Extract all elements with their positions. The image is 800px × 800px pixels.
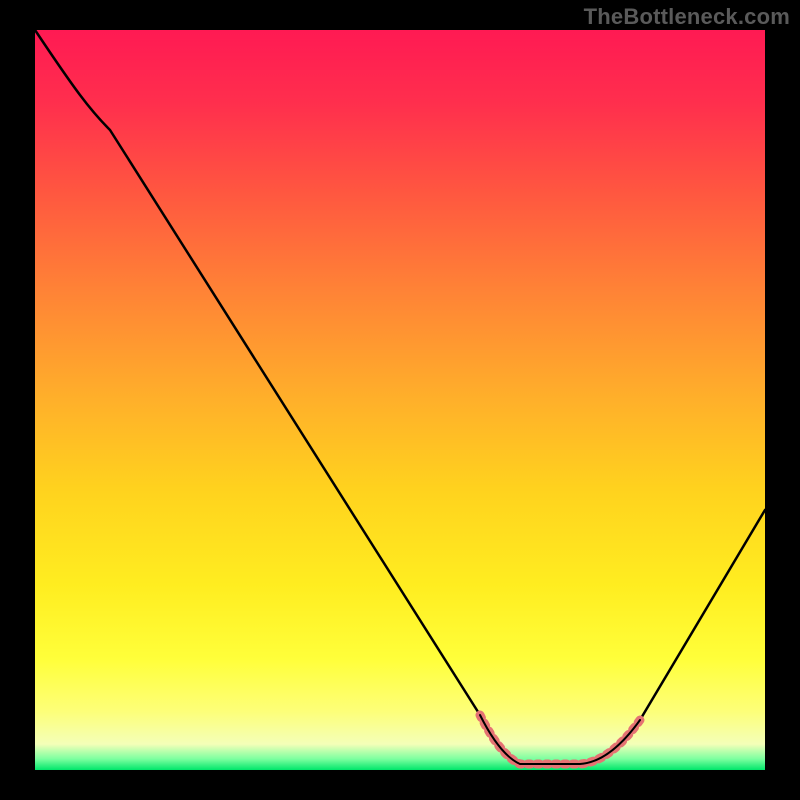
bottleneck-curve-chart — [0, 0, 800, 800]
plot-gradient-area — [35, 30, 765, 770]
watermark-text: TheBottleneck.com — [584, 4, 790, 30]
chart-frame: TheBottleneck.com — [0, 0, 800, 800]
